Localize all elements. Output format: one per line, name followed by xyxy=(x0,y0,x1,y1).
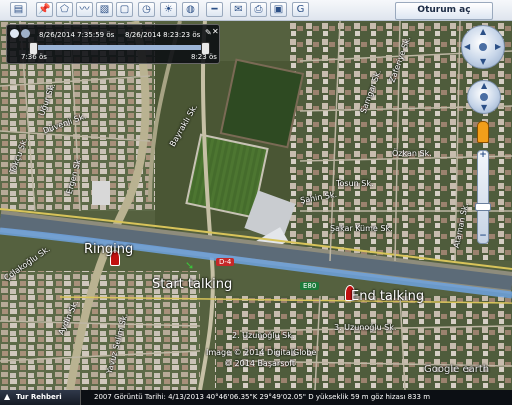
path-icon[interactable]: 〰 xyxy=(76,2,93,17)
end-talking-label: End talking xyxy=(351,289,425,304)
satellite-map[interactable]: Uğur Sk. Düvenli Sk. Bayraklı Sk. Tokçu … xyxy=(0,21,512,390)
look-center-icon xyxy=(479,43,487,51)
earth-window: ▤ 📌 ⬠ 〰 ▧ ▢ ◷ ☀ ◍ ━ ✉ ⎙ ▣ G Oturum aç Uğ… xyxy=(0,0,512,405)
email-icon[interactable]: ✉ xyxy=(230,2,247,17)
range-end-text: 8/26/2014 8:23:23 ös xyxy=(125,31,201,39)
range-start-text: 8/26/2014 7:35:59 ös xyxy=(39,31,115,39)
look-joystick[interactable]: ▲ ▼ ◀ ▶ xyxy=(461,25,505,69)
tour-guide-label: Tur Rehberi xyxy=(16,393,62,401)
imagery-credit: Image © 2014 DigitalGlobe xyxy=(206,348,317,357)
signin-button[interactable]: Oturum aç xyxy=(395,2,493,20)
street-label: Şakar Küme Sk. xyxy=(330,224,393,233)
toolbar: ▤ 📌 ⬠ 〰 ▧ ▢ ◷ ☀ ◍ ━ ✉ ⎙ ▣ G Oturum aç xyxy=(0,0,512,21)
status-details: 2007 Görüntü Tarihi: 4/13/2013 40°46'06.… xyxy=(94,393,431,401)
move-up-icon[interactable]: ▲ xyxy=(481,81,487,90)
ringing-label: Ringing xyxy=(84,242,134,257)
zoom-handle[interactable] xyxy=(475,203,491,211)
time-track[interactable] xyxy=(29,42,210,55)
time-range-fill xyxy=(33,45,205,50)
look-down-icon[interactable]: ▼ xyxy=(480,57,486,66)
historical-imagery-icon[interactable]: ◷ xyxy=(138,2,155,17)
move-down-icon[interactable]: ▼ xyxy=(481,103,487,112)
sunlight-icon[interactable]: ☀ xyxy=(160,2,177,17)
settings-wrench-icon[interactable]: ✎ xyxy=(205,28,212,37)
print-icon[interactable]: ⎙ xyxy=(250,2,267,17)
street-label: 3. Uzunoğlu Sk. xyxy=(334,323,397,332)
tour-arrow-icon: ▲ xyxy=(4,392,11,401)
placemark-icon[interactable]: 📌 xyxy=(36,2,53,17)
image-overlay-icon[interactable]: ▧ xyxy=(96,2,113,17)
zoom-out-icon[interactable]: − xyxy=(478,231,488,241)
google-earth-logo: Google earth xyxy=(424,364,490,375)
maps-icon[interactable]: G xyxy=(292,2,309,17)
move-joystick[interactable]: ▲ ▼ xyxy=(467,80,501,114)
look-up-icon[interactable]: ▲ xyxy=(480,27,486,36)
status-bar: ▲ Tur Rehberi 2007 Görüntü Tarihi: 4/13/… xyxy=(0,390,512,405)
road-shield-d4: D-4 xyxy=(216,258,235,266)
street-label: Tosun Sk. xyxy=(336,179,374,188)
start-time-label: 7:36 ös xyxy=(21,53,47,61)
start-talking-label: Start talking xyxy=(152,277,233,292)
street-label: Özkan Sk. xyxy=(392,149,432,158)
look-right-icon[interactable]: ▶ xyxy=(495,42,501,51)
zoom-slider[interactable]: + − xyxy=(475,150,491,244)
zoom-in-icon[interactable]: + xyxy=(478,150,488,160)
street-view-pegman-icon[interactable] xyxy=(477,121,489,143)
save-image-icon[interactable]: ▣ xyxy=(270,2,287,17)
end-time-label: 8:23 ös xyxy=(191,53,217,61)
move-center-icon xyxy=(480,93,488,101)
clock-icon[interactable] xyxy=(10,29,19,38)
record-tour-icon[interactable]: ▢ xyxy=(116,2,133,17)
zoom-time-icon[interactable] xyxy=(21,29,30,38)
close-icon[interactable]: ✕ xyxy=(212,27,219,36)
sky-icon[interactable]: ◍ xyxy=(182,2,199,17)
road-shield-e80: E80 xyxy=(300,282,320,290)
data-credit: © 2014 Başarsoft xyxy=(224,359,296,368)
street-label: 2. Uzunoğlu Sk. xyxy=(232,331,295,340)
time-slider[interactable]: 8/26/2014 7:35:59 ös 8/26/2014 8:23:23 ö… xyxy=(6,24,220,64)
look-left-icon[interactable]: ◀ xyxy=(464,42,470,51)
start-arrow-icon[interactable]: ➘ xyxy=(185,260,195,271)
sidebar-toggle-icon[interactable]: ▤ xyxy=(10,2,27,17)
tour-guide-tab[interactable]: ▲ Tur Rehberi xyxy=(0,390,81,405)
ruler-icon[interactable]: ━ xyxy=(206,2,223,17)
polygon-icon[interactable]: ⬠ xyxy=(56,2,73,17)
